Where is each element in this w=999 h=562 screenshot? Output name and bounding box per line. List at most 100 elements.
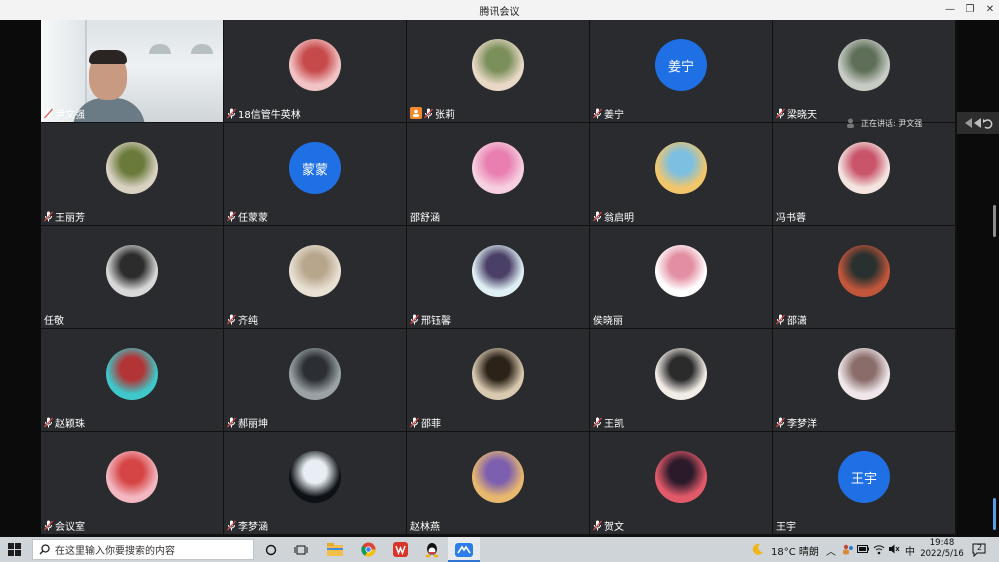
nameplate: 会议室 <box>41 517 88 533</box>
participant-tile[interactable]: 李梦洋 <box>773 329 955 431</box>
participant-tile[interactable]: 姜宁 姜宁 <box>590 20 772 122</box>
participant-name: 赵林燕 <box>410 521 440 533</box>
participant-tile[interactable]: 任敬 <box>41 226 223 328</box>
title-bar: 腾讯会议 — ❐ ✕ <box>0 0 999 20</box>
participant-name: 邵舒涵 <box>410 212 440 224</box>
cortana-icon[interactable] <box>261 540 281 559</box>
avatar-initials: 王宇 <box>838 451 890 503</box>
left-margin <box>0 20 41 537</box>
avatar-initials: 蒙蒙 <box>289 142 341 194</box>
mic-icon <box>776 314 785 324</box>
avatar <box>655 348 707 400</box>
participant-tile[interactable]: 王丽芳 <box>41 123 223 225</box>
participant-name: 翁启明 <box>604 212 634 224</box>
nameplate: 李梦洋 <box>773 414 820 430</box>
participant-name: 李梦涵 <box>238 521 268 533</box>
mic-icon <box>44 211 53 221</box>
file-explorer-icon[interactable] <box>325 540 345 559</box>
participant-tile[interactable]: 翁启明 <box>590 123 772 225</box>
participant-tile[interactable]: 侯晓丽 <box>590 226 772 328</box>
participant-tile[interactable]: 贺文 <box>590 432 772 534</box>
participant-tile[interactable]: 邢钰馨 <box>407 226 589 328</box>
participant-tile[interactable]: 张莉 <box>407 20 589 122</box>
notification-center-button[interactable]: 2 <box>972 542 986 558</box>
nameplate: 侯晓丽 <box>590 311 626 327</box>
task-view-icon[interactable] <box>291 540 311 559</box>
avatar <box>472 348 524 400</box>
nameplate: 18信管牛英林 <box>224 105 304 121</box>
scrollbar-thumb-bottom[interactable] <box>993 498 996 530</box>
nameplate: 任敬 <box>41 311 67 327</box>
mic-icon <box>44 520 53 530</box>
avatar <box>106 245 158 297</box>
nameplate: 齐纯 <box>224 311 261 327</box>
avatar-initials: 姜宁 <box>655 39 707 91</box>
participant-tile[interactable]: 邵菲 <box>407 329 589 431</box>
nameplate: 王丽芳 <box>41 208 88 224</box>
right-margin <box>957 20 999 537</box>
speaker-avatar-icon <box>847 118 854 128</box>
minimize-button[interactable]: — <box>942 2 958 18</box>
participant-tile[interactable]: 邵舒涵 <box>407 123 589 225</box>
clock[interactable]: 19:48 2022/5/16 <box>920 538 964 560</box>
nameplate: 王凯 <box>590 414 627 430</box>
avatar <box>106 348 158 400</box>
ime-indicator[interactable]: 中 <box>905 543 915 558</box>
tencent-meeting-icon[interactable] <box>454 540 474 559</box>
scrollbar-thumb[interactable] <box>993 205 996 237</box>
participant-name: 贺文 <box>604 521 624 533</box>
participant-name: 齐纯 <box>238 315 258 327</box>
wifi-icon[interactable] <box>873 543 885 555</box>
participant-tile[interactable]: 郝丽坤 <box>224 329 406 431</box>
taskbar-search-box[interactable]: 在这里输入你要搜索的内容 <box>32 539 254 560</box>
participant-tile[interactable]: 李梦涵 <box>224 432 406 534</box>
chrome-icon[interactable] <box>358 540 378 559</box>
participant-tile[interactable]: 齐纯 <box>224 226 406 328</box>
nameplate: 张莉 <box>407 105 458 121</box>
participant-name: 邵菲 <box>421 418 441 430</box>
wps-icon[interactable] <box>390 540 410 559</box>
mic-icon <box>424 108 433 118</box>
participant-tile[interactable]: 梁晓天 <box>773 20 955 122</box>
people-tray-icon[interactable] <box>842 544 854 555</box>
participant-tile[interactable]: 王凯 <box>590 329 772 431</box>
nameplate: 邵潇 <box>773 311 810 327</box>
windows-start-icon[interactable] <box>8 543 21 556</box>
moon-weather-icon <box>752 543 763 555</box>
avatar <box>289 348 341 400</box>
avatar <box>655 451 707 503</box>
nameplate: 郝丽坤 <box>224 414 271 430</box>
participant-tile[interactable]: 18信管牛英林 <box>224 20 406 122</box>
participant-name: 张莉 <box>435 109 455 121</box>
participant-tile[interactable]: 王宇 王宇 <box>773 432 955 534</box>
nameplate: 邵菲 <box>407 414 444 430</box>
avatar <box>655 142 707 194</box>
qq-icon[interactable] <box>422 540 442 559</box>
participant-tile[interactable]: 蒙蒙任蒙蒙 <box>224 123 406 225</box>
side-panel-toggle[interactable] <box>957 112 999 134</box>
participant-name: 王丽芳 <box>55 212 85 224</box>
participant-tile[interactable]: 赵颖珠 <box>41 329 223 431</box>
nameplate: 姜宁 <box>590 105 627 121</box>
restore-button[interactable]: ❐ <box>962 2 978 18</box>
search-placeholder: 在这里输入你要搜索的内容 <box>55 546 175 557</box>
weather-text[interactable]: 18°C 晴朗 <box>771 543 819 558</box>
participant-grid: 尹文强 18信管牛英林 张莉 姜宁 姜宁 梁晓天 王丽芳 蒙蒙 任蒙蒙 邵舒涵 翁启明 冯书蓉 任敬 齐纯… <box>41 20 957 537</box>
participant-name: 冯书蓉 <box>776 212 806 224</box>
nameplate: 梁晓天 <box>773 105 820 121</box>
avatar <box>289 245 341 297</box>
battery-icon[interactable] <box>857 545 869 553</box>
tray-chevron-up-icon[interactable]: ︿ <box>826 543 836 558</box>
participant-tile[interactable]: 赵林燕 <box>407 432 589 534</box>
nameplate: 尹文强 <box>41 105 88 121</box>
close-button[interactable]: ✕ <box>982 2 998 18</box>
participant-tile[interactable]: 邵潇 <box>773 226 955 328</box>
nameplate: 任蒙蒙 <box>224 208 271 224</box>
mic-icon <box>227 417 236 427</box>
participant-tile[interactable]: 尹文强 <box>41 20 223 122</box>
volume-muted-icon[interactable] <box>888 544 900 554</box>
avatar <box>472 245 524 297</box>
participant-tile[interactable]: 会议室 <box>41 432 223 534</box>
mic-icon <box>776 108 785 118</box>
participant-tile[interactable]: 冯书蓉 <box>773 123 955 225</box>
